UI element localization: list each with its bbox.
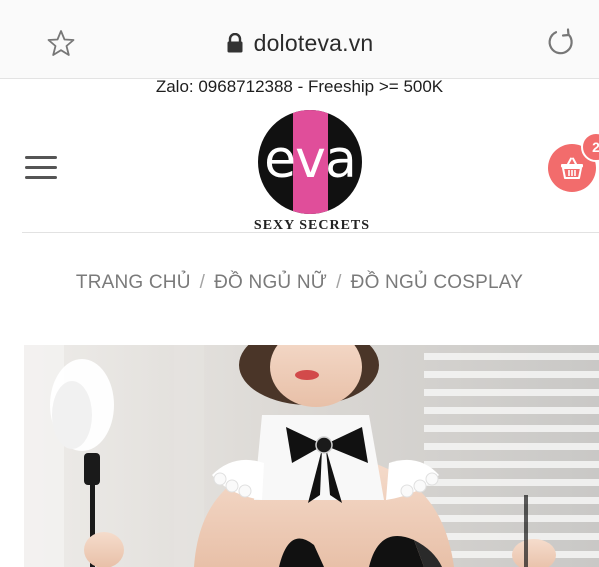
lock-icon [226,32,244,53]
hamburger-menu-icon[interactable] [25,156,57,180]
cart-button[interactable]: 2 [548,132,599,192]
url-field[interactable]: doloteva.vn [0,26,599,60]
site-logo[interactable]: eva SEXY SECRETS [251,110,373,233]
browser-address-bar: doloteva.vn [0,0,599,79]
breadcrumb-subcategory[interactable]: ĐỒ NGỦ COSPLAY [351,272,523,293]
product-image[interactable] [24,345,599,567]
promo-text: Zalo: 0968712388 - Freeship >= 500K [155,77,444,96]
url-text: doloteva.vn [253,29,374,56]
logo-word: eva [264,130,357,190]
header-divider [22,232,599,233]
breadcrumb-separator: / [336,272,342,293]
breadcrumb-separator: / [199,272,206,293]
breadcrumb-home[interactable]: TRANG CHỦ [76,272,191,293]
breadcrumb-category[interactable]: ĐỒ NGỦ NỮ [214,272,327,293]
shopping-basket-icon [560,157,584,179]
site-header: eva SEXY SECRETS 2 [0,100,599,233]
breadcrumb: TRANG CHỦ / ĐỒ NGỦ NỮ / ĐỒ NGỦ COSPLAY [0,272,599,294]
logo-badge: eva [258,110,362,214]
reload-icon[interactable] [546,27,576,57]
